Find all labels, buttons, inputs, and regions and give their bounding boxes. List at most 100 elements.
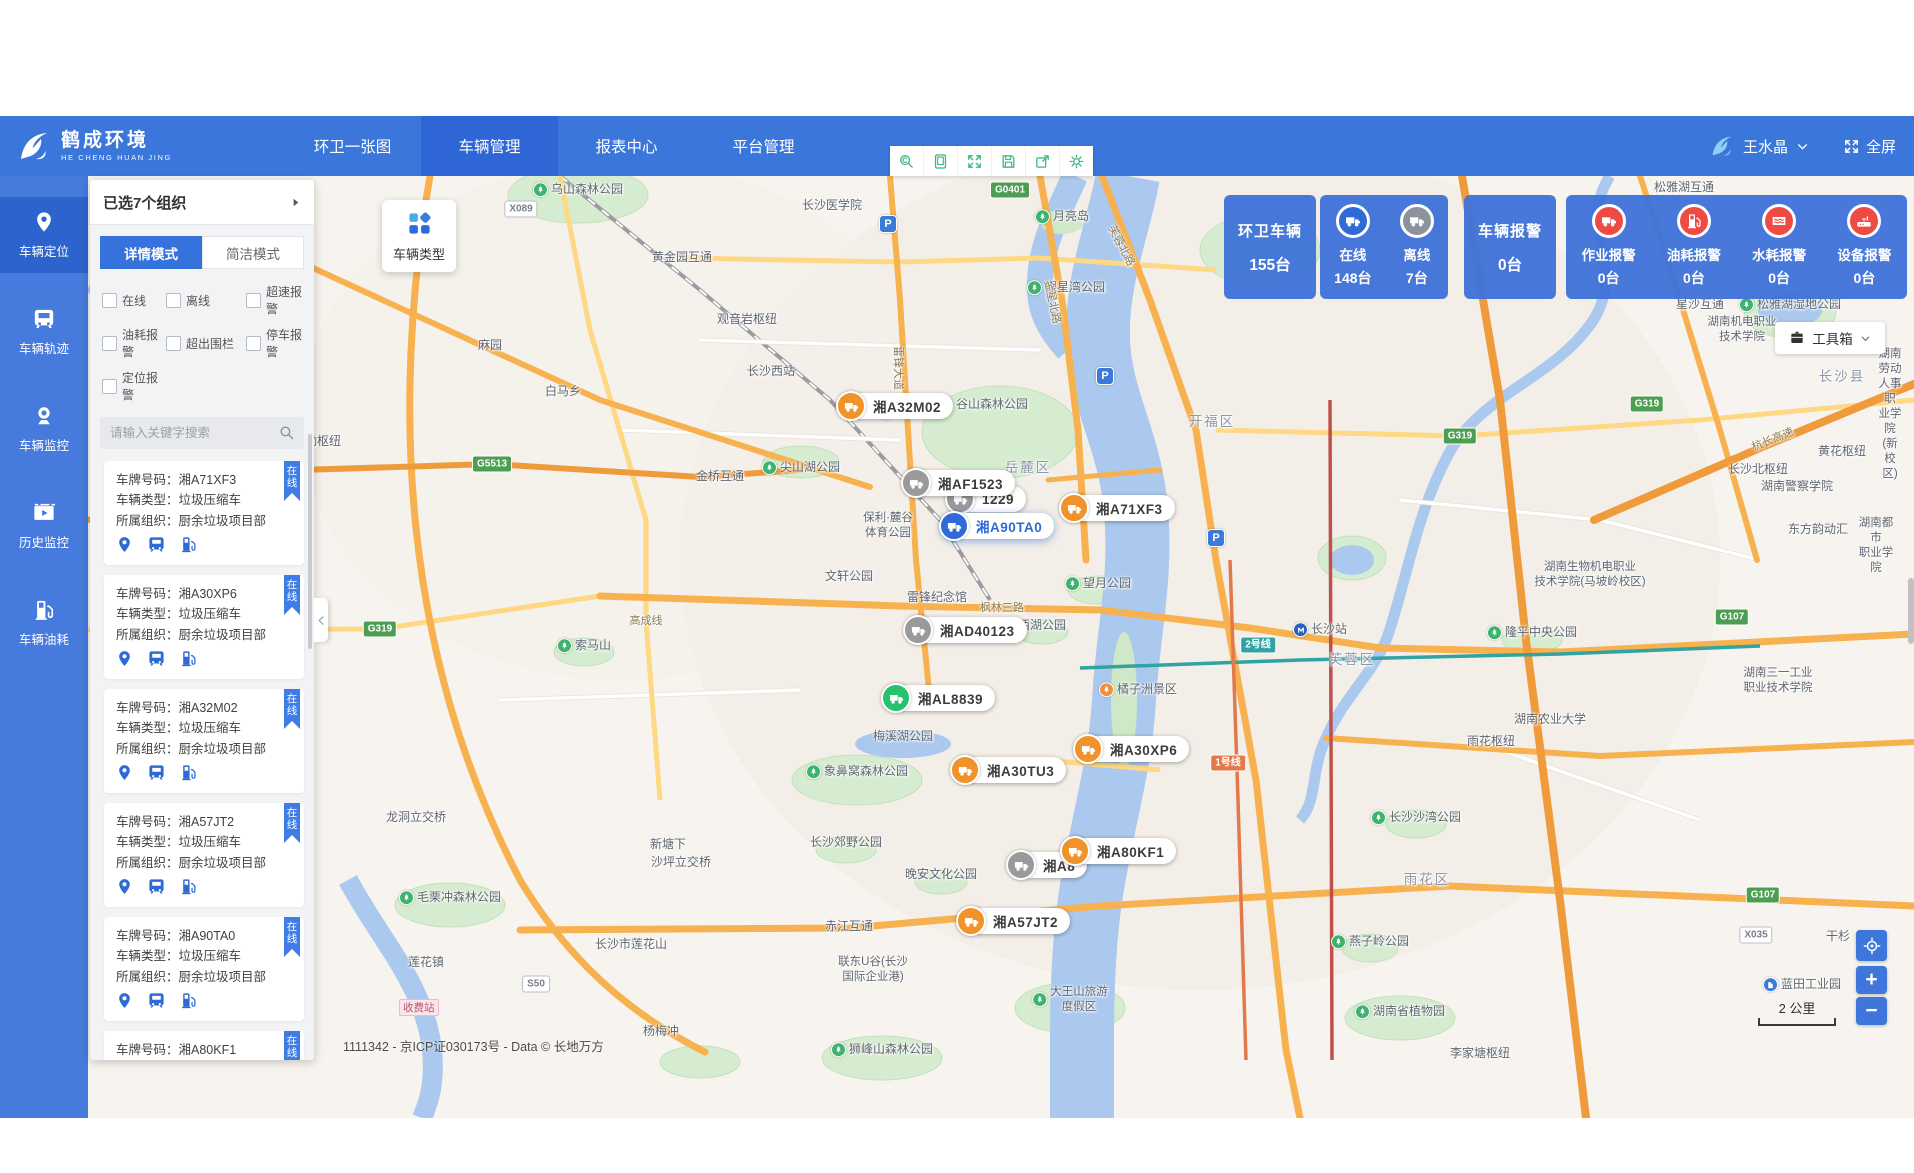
vehicle-locate-icon[interactable]	[116, 878, 133, 896]
i-tree-icon	[560, 642, 569, 651]
vehicle-actions	[116, 878, 292, 896]
tab-simple-mode[interactable]: 简洁模式	[202, 236, 304, 269]
map-label-text: 谷山森林公园	[956, 397, 1028, 413]
vehicle-locate-icon[interactable]	[116, 536, 133, 554]
filter-超出围栏[interactable]: 超出围栏	[166, 326, 246, 360]
t-export-icon	[1034, 153, 1051, 170]
vehicle-marker[interactable]: 湘AF1523	[903, 470, 1015, 496]
filter-油耗报警[interactable]: 油耗报警	[102, 326, 166, 360]
vehicle-track-icon[interactable]	[148, 992, 165, 1010]
checkbox[interactable]	[166, 293, 181, 308]
nav-item-2[interactable]: 车辆管理	[421, 116, 558, 176]
vehicle-actions	[116, 764, 292, 782]
vehicle-marker[interactable]: 湘A90TA0	[941, 513, 1054, 539]
panel-collapse-button[interactable]	[314, 598, 328, 642]
map-tool-save[interactable]	[992, 146, 1026, 176]
nav-item-1[interactable]: 环卫一张图	[284, 116, 421, 176]
toolbox-button[interactable]: 工具箱	[1775, 322, 1885, 354]
status-badge: 在线	[284, 803, 300, 843]
vehicle-marker[interactable]: 湘A30XP6	[1075, 736, 1189, 762]
vehicle-locate-icon[interactable]	[116, 764, 133, 782]
vehicle-fuel-icon[interactable]	[180, 992, 197, 1010]
map-label-text: 雨花区	[1404, 871, 1451, 889]
vehicle-fuel-icon[interactable]	[180, 878, 197, 896]
vehicle-card[interactable]: 车牌号码：湘A32M02车辆类型：垃圾压缩车所属组织：厨余垃圾项目部在线	[104, 689, 304, 793]
vehicle-locate-icon[interactable]	[116, 650, 133, 668]
marker-truck-icon	[1073, 734, 1103, 764]
org-selector[interactable]: 已选7个组织	[90, 180, 314, 225]
vehicle-fuel-icon[interactable]	[180, 536, 197, 554]
filter-离线[interactable]: 离线	[166, 283, 246, 317]
sidebar-item-video[interactable]: 历史监控	[0, 488, 88, 564]
vehicle-marker[interactable]: 湘AL8839	[883, 685, 995, 711]
checkbox[interactable]	[246, 336, 261, 351]
vehicle-marker[interactable]: 湘A57JT2	[958, 908, 1070, 934]
vehicle-marker[interactable]: 湘AD40123	[905, 617, 1027, 643]
marker-plate: 湘A80KF1	[1097, 841, 1164, 861]
vehicle-type-button[interactable]: 车辆类型	[382, 200, 456, 272]
map-label-text: 湖南生物机电职业 技术学院(马坡岭校区)	[1534, 560, 1645, 590]
zoom-in-button[interactable]: +	[1856, 966, 1887, 994]
chevron-down-icon[interactable]	[1796, 140, 1809, 153]
vehicle-fuel-icon[interactable]	[180, 650, 197, 668]
i-fuel-icon	[180, 992, 197, 1009]
map-tool-magnifier[interactable]	[890, 146, 924, 176]
sidebar-item-bus[interactable]: 车辆轨迹	[0, 294, 88, 370]
map-tool-gear[interactable]	[1060, 146, 1093, 176]
search-input[interactable]	[100, 417, 304, 449]
vehicle-marker[interactable]: 湘A32M02	[838, 393, 953, 419]
filter-label: 停车报警	[266, 326, 304, 360]
caret-right-icon	[290, 197, 301, 208]
vehicle-track-icon[interactable]	[148, 764, 165, 782]
vehicle-locate-icon[interactable]	[116, 992, 133, 1010]
map-label-text: 黄金园互通	[652, 250, 712, 266]
vehicle-track-icon[interactable]	[148, 878, 165, 896]
search-icon[interactable]	[278, 424, 295, 441]
vehicle-marker[interactable]: 湘A30TU3	[952, 757, 1066, 783]
offline-label: 离线	[1403, 244, 1430, 264]
park-icon	[1032, 993, 1047, 1008]
filter-超速报警[interactable]: 超速报警	[246, 283, 304, 317]
i-bus-icon	[148, 992, 165, 1009]
map-tool-export[interactable]	[1026, 146, 1060, 176]
marker-truck-icon	[881, 683, 911, 713]
checkbox[interactable]	[102, 293, 117, 308]
vehicle-track-icon[interactable]	[148, 536, 165, 554]
map-label: 枫林三路	[980, 601, 1024, 615]
vehicle-marker[interactable]: 湘A80KF1	[1062, 838, 1176, 864]
filter-在线[interactable]: 在线	[102, 283, 166, 317]
sidebar-item-camera[interactable]: 车辆监控	[0, 391, 88, 467]
user-name[interactable]: 王水晶	[1743, 136, 1788, 157]
vehicle-card[interactable]: 车牌号码：湘A71XF3车辆类型：垃圾压缩车所属组织：厨余垃圾项目部在线	[104, 461, 304, 565]
filter-定位报警[interactable]: 定位报警	[102, 369, 166, 403]
vehicle-card[interactable]: 车牌号码：湘A90TA0车辆类型：垃圾压缩车所属组织：厨余垃圾项目部在线	[104, 917, 304, 1021]
nav-item-4[interactable]: 平台管理	[695, 116, 832, 176]
tab-detail-mode[interactable]: 详情模式	[100, 236, 202, 269]
map-label-text: 芙蓉区	[1329, 651, 1376, 669]
vehicle-marker[interactable]: 湘A71XF3	[1061, 495, 1175, 521]
fullscreen-button[interactable]: 全屏	[1843, 136, 1896, 157]
vehicle-card[interactable]: 车牌号码：湘A30XP6车辆类型：垃圾压缩车所属组织：厨余垃圾项目部在线	[104, 575, 304, 679]
i-tree-icon	[1358, 1008, 1367, 1017]
checkbox[interactable]	[102, 379, 117, 394]
vehicle-fuel-icon[interactable]	[180, 764, 197, 782]
sidebar-item-fuel[interactable]: 车辆油耗	[0, 585, 88, 661]
filter-停车报警[interactable]: 停车报警	[246, 326, 304, 360]
locate-button[interactable]	[1856, 930, 1887, 961]
sidebar-item-pin[interactable]: 车辆定位	[0, 197, 88, 273]
checkbox[interactable]	[246, 293, 261, 308]
panel-scrollbar[interactable]	[308, 434, 312, 649]
nav-item-3[interactable]: 报表中心	[558, 116, 695, 176]
vehicle-card[interactable]: 车牌号码：湘A57JT2车辆类型：垃圾压缩车所属组织：厨余垃圾项目部在线	[104, 803, 304, 907]
checkbox[interactable]	[102, 336, 117, 351]
checkbox[interactable]	[166, 336, 181, 351]
map-canvas[interactable]	[88, 176, 1914, 1118]
vehicle-track-icon[interactable]	[148, 650, 165, 668]
vehicle-card[interactable]: 车牌号码：湘A80KF1车辆类型：垃圾压缩车所属组织：厨余垃圾项目部在线	[104, 1031, 304, 1060]
map-tool-expand[interactable]	[958, 146, 992, 176]
user-avatar[interactable]	[1709, 133, 1735, 159]
marker-plate: 湘AF1523	[938, 473, 1003, 493]
page-scrollbar[interactable]	[1908, 578, 1914, 644]
zoom-out-button[interactable]: −	[1856, 997, 1887, 1025]
map-tool-tablet[interactable]	[924, 146, 958, 176]
